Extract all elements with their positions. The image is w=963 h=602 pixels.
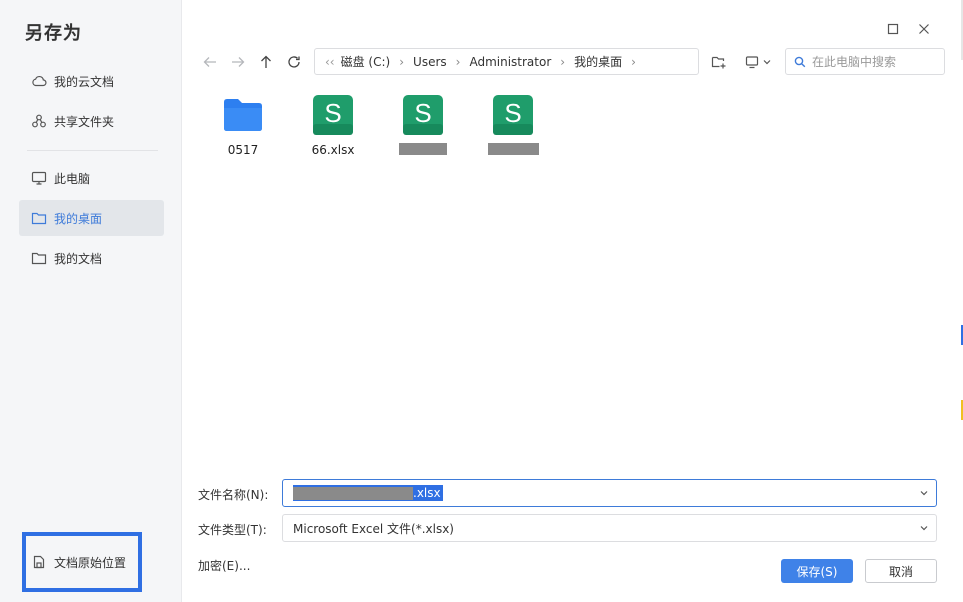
close-button[interactable]	[914, 19, 934, 39]
sidebar-item-label: 我的文档	[54, 251, 103, 266]
dialog-title: 另存为	[25, 23, 82, 44]
file-item-spreadsheet[interactable]: S 66.xlsx	[293, 94, 373, 157]
folder-icon	[224, 99, 262, 131]
search-icon	[794, 56, 806, 67]
sidebar-item-label: 我的云文档	[54, 74, 115, 89]
file-name-redacted	[487, 143, 539, 157]
sidebar-item-this-pc[interactable]: 此电脑	[19, 160, 164, 196]
sidebar-item-shared-folder[interactable]: 共享文件夹	[19, 103, 164, 139]
file-item-spreadsheet[interactable]: S	[383, 94, 463, 157]
sidebar-divider	[27, 150, 158, 151]
file-item-spreadsheet[interactable]: S	[473, 94, 553, 157]
monitor-icon	[31, 170, 47, 186]
chevron-double-left-icon[interactable]: ‹‹	[325, 55, 335, 69]
breadcrumb-drive-c[interactable]: 磁盘 (C:)	[341, 53, 391, 70]
chevron-down-icon	[920, 526, 928, 531]
address-bar[interactable]: ‹‹ 磁盘 (C:) › Users › Administrator › 我的桌…	[314, 48, 699, 75]
refresh-button[interactable]	[284, 52, 304, 72]
sidebar-item-cloud-docs[interactable]: 我的云文档	[19, 63, 164, 99]
original-location-label: 文档原始位置	[54, 555, 127, 570]
search-box[interactable]	[785, 48, 945, 75]
original-location-button[interactable]: 文档原始位置	[22, 532, 142, 592]
arrow-up-icon	[261, 55, 271, 68]
sidebar-item-label: 共享文件夹	[54, 114, 115, 129]
up-button[interactable]	[256, 52, 276, 72]
spreadsheet-icon: S	[403, 95, 443, 135]
filetype-label: 文件类型(T):	[198, 523, 267, 537]
chevron-right-icon[interactable]: ›	[631, 55, 636, 69]
arrow-left-icon	[203, 57, 216, 67]
file-name-redacted	[399, 143, 447, 157]
forward-button[interactable]	[228, 52, 248, 72]
filename-redacted	[293, 486, 413, 500]
refresh-icon	[288, 56, 300, 68]
filename-selected-text: .xlsx	[293, 485, 443, 501]
filename-input[interactable]: .xlsx	[282, 479, 937, 507]
arrow-right-icon	[232, 57, 245, 67]
new-folder-button[interactable]	[710, 52, 728, 72]
file-name: 66.xlsx	[311, 143, 355, 157]
view-monitor-icon	[745, 56, 758, 69]
filetype-value: Microsoft Excel 文件(*.xlsx)	[293, 521, 454, 536]
chevron-right-icon: ›	[399, 54, 405, 69]
chevron-down-icon	[763, 60, 770, 65]
svg-text:S: S	[324, 98, 341, 128]
folder-icon	[31, 250, 47, 266]
filetype-select[interactable]: Microsoft Excel 文件(*.xlsx)	[282, 514, 937, 542]
breadcrumb-administrator[interactable]: Administrator	[469, 55, 551, 69]
cloud-icon	[31, 73, 47, 89]
document-location-icon	[32, 555, 46, 569]
new-folder-icon	[711, 56, 726, 69]
maximize-icon	[887, 23, 899, 35]
search-input[interactable]	[812, 54, 932, 69]
chevron-right-icon: ›	[560, 54, 566, 69]
sidebar: 另存为 我的云文档 共享文件夹 此电脑 我的桌面 我的文档 文档原始位置	[0, 0, 182, 602]
breadcrumb-users[interactable]: Users	[413, 55, 447, 69]
svg-text:S: S	[504, 98, 521, 128]
chevron-down-icon[interactable]	[918, 487, 930, 499]
sidebar-item-label: 我的桌面	[54, 211, 103, 226]
file-name: 0517	[227, 143, 259, 157]
close-icon	[919, 24, 929, 34]
spreadsheet-icon: S	[313, 95, 353, 135]
maximize-button[interactable]	[883, 19, 903, 39]
file-item-folder[interactable]: 0517	[203, 94, 283, 157]
sidebar-item-label: 此电脑	[54, 171, 91, 186]
back-button[interactable]	[200, 52, 220, 72]
folder-icon	[31, 210, 47, 226]
filename-label: 文件名称(N):	[198, 488, 269, 502]
breadcrumb-my-desktop[interactable]: 我的桌面	[574, 53, 622, 70]
share-icon	[31, 113, 47, 129]
chevron-right-icon: ›	[455, 54, 461, 69]
spreadsheet-icon: S	[493, 95, 533, 135]
sidebar-item-my-desktop[interactable]: 我的桌面	[19, 200, 164, 236]
save-button[interactable]: 保存(S)	[781, 559, 853, 583]
save-as-dialog: 另存为 我的云文档 共享文件夹 此电脑 我的桌面 我的文档 文档原始位置 ‹‹ …	[0, 0, 963, 602]
view-mode-button[interactable]	[743, 52, 773, 72]
filename-extension: .xlsx	[413, 486, 441, 500]
svg-text:S: S	[414, 98, 431, 128]
encrypt-link[interactable]: 加密(E)...	[198, 557, 250, 574]
sidebar-item-my-documents[interactable]: 我的文档	[19, 240, 164, 276]
cancel-button[interactable]: 取消	[865, 559, 937, 583]
